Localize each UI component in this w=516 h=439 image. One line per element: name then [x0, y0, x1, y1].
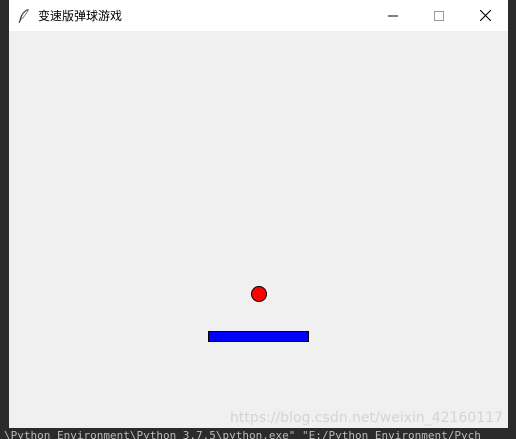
- game-window: 变速版弹球游戏 https://blog.csdn.net/weixin_421…: [9, 0, 508, 428]
- close-icon: [479, 6, 491, 25]
- close-button[interactable]: [462, 0, 508, 31]
- terminal-command-line: \Python Environment\Python 3.7.5\python.…: [4, 429, 481, 439]
- maximize-icon: [434, 6, 444, 25]
- minimize-icon: [388, 6, 398, 25]
- background-editor-left: [0, 0, 9, 439]
- maximize-button[interactable]: [416, 0, 462, 31]
- watermark-text: https://blog.csdn.net/weixin_42160117: [230, 410, 504, 426]
- game-canvas[interactable]: https://blog.csdn.net/weixin_42160117: [9, 31, 508, 428]
- background-editor-right: [508, 0, 516, 439]
- tk-feather-icon: [17, 8, 31, 23]
- window-title: 变速版弹球游戏: [38, 9, 123, 23]
- paddle[interactable]: [208, 331, 309, 342]
- ball: [251, 286, 267, 302]
- minimize-button[interactable]: [370, 0, 416, 31]
- background-terminal: \Python Environment\Python 3.7.5\python.…: [0, 428, 516, 439]
- title-bar[interactable]: 变速版弹球游戏: [9, 0, 508, 31]
